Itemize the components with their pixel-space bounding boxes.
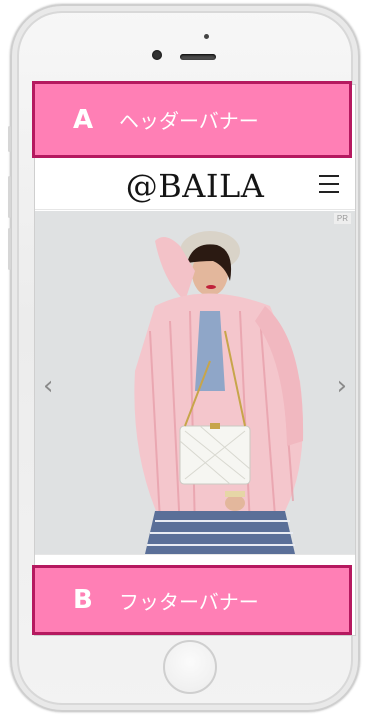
front-camera-icon — [152, 50, 162, 60]
home-button-icon[interactable] — [163, 640, 217, 694]
footer-banner-letter: B — [73, 585, 93, 615]
pr-badge: PR — [333, 213, 351, 224]
header-banner[interactable]: A ヘッダーバナー — [32, 81, 352, 158]
volume-up-button — [8, 176, 11, 218]
chevron-right-icon[interactable]: › — [337, 371, 347, 401]
footer-banner-label: フッターバナー — [119, 589, 259, 614]
header-banner-letter: A — [73, 104, 94, 135]
mute-switch — [8, 126, 11, 152]
footer-banner[interactable]: B フッターバナー — [32, 565, 352, 635]
fashion-model-photo — [35, 211, 355, 554]
site-logo[interactable]: @BAILA — [35, 163, 355, 209]
speaker-icon — [180, 54, 216, 60]
header-banner-label: ヘッダーバナー — [119, 109, 259, 133]
volume-down-button — [8, 228, 11, 270]
hero-carousel[interactable]: PR ‹ › — [35, 211, 355, 554]
chevron-left-icon[interactable]: ‹ — [43, 371, 53, 401]
phone-screen: @BAILA PR ‹ › — [34, 84, 356, 636]
menu-icon[interactable] — [319, 175, 339, 193]
site-header: @BAILA — [35, 163, 355, 210]
proximity-sensor-icon — [204, 34, 209, 39]
